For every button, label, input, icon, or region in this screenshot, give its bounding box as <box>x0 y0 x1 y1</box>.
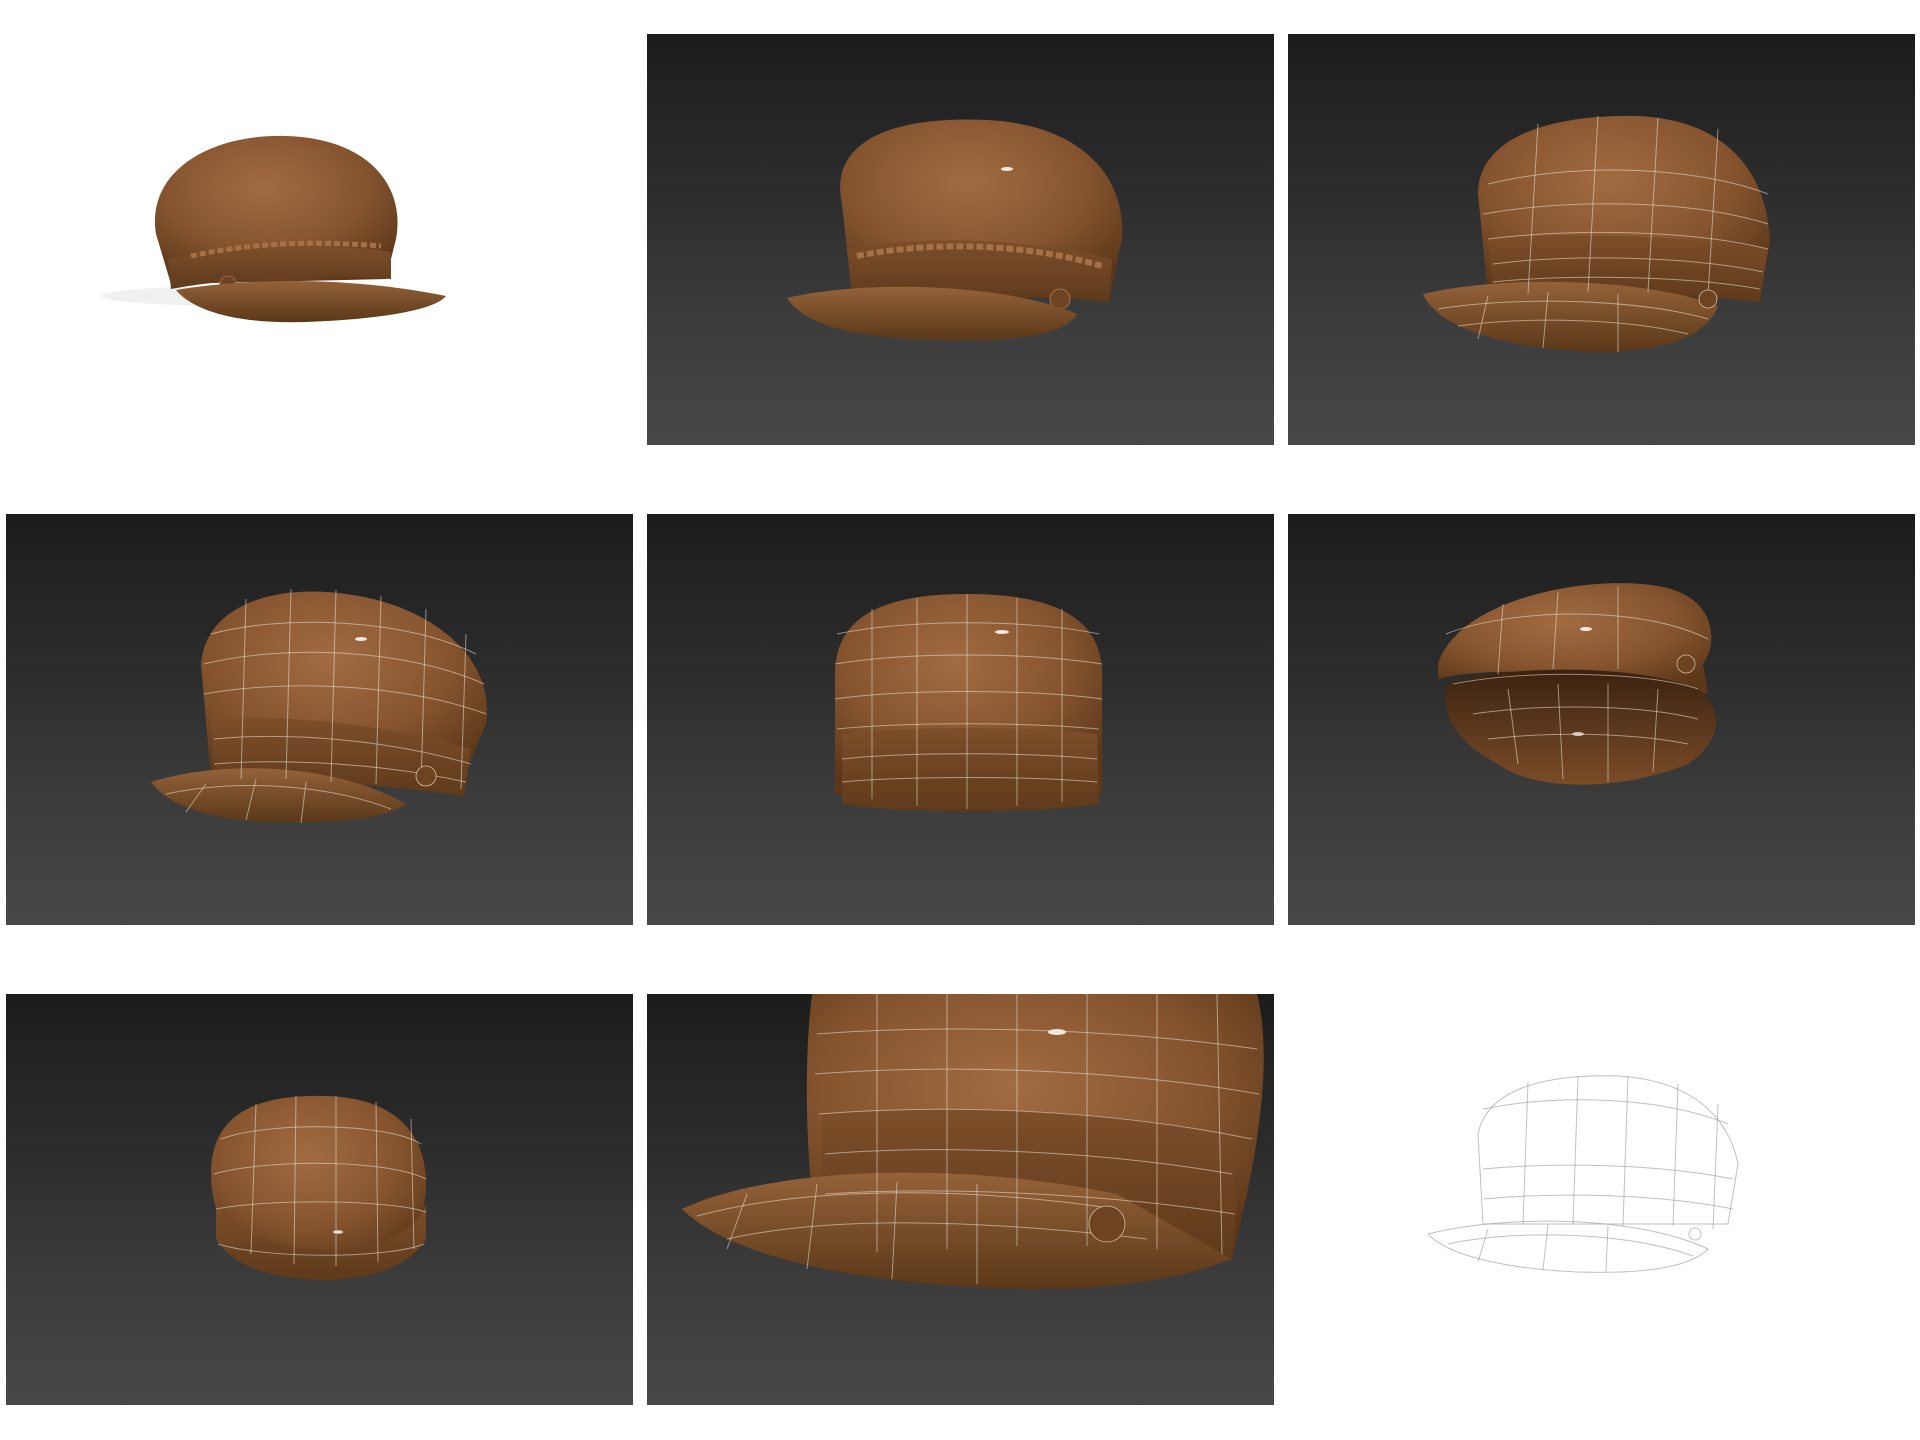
hat-render <box>1438 583 1717 785</box>
hat-render <box>101 135 446 323</box>
hat-render <box>1427 1075 1739 1273</box>
render-tile-wireframe-side <box>6 514 633 925</box>
hat-render <box>787 119 1123 341</box>
render-tile-wireframe-back <box>647 514 1274 925</box>
render-tile-wireframe-underside <box>1288 514 1915 925</box>
render-tile-wireframe-closeup <box>647 994 1274 1405</box>
render-tile-shaded-dark <box>647 34 1274 445</box>
hat-render <box>682 994 1264 1289</box>
hat-render <box>834 594 1103 812</box>
render-tile-shaded-white <box>6 34 633 445</box>
hat-render <box>151 588 487 824</box>
hat-render <box>211 1095 427 1280</box>
render-tile-wireframe-1 <box>1288 34 1915 445</box>
hat-render <box>1423 115 1770 352</box>
render-tile-wireframe-top <box>6 994 633 1405</box>
render-tile-wireframe-white <box>1288 994 1915 1405</box>
